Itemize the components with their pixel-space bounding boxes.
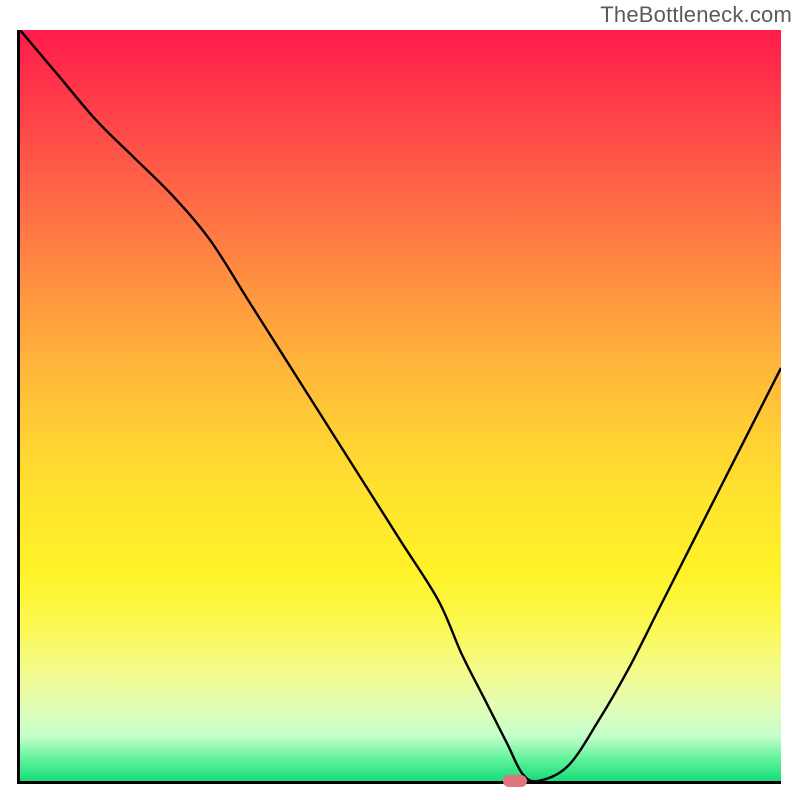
curve-svg xyxy=(20,30,781,781)
chart-container: TheBottleneck.com xyxy=(0,0,800,800)
plot-area xyxy=(17,30,781,784)
watermark-text: TheBottleneck.com xyxy=(600,2,792,28)
curve-path xyxy=(20,30,781,781)
valley-marker xyxy=(503,775,527,787)
